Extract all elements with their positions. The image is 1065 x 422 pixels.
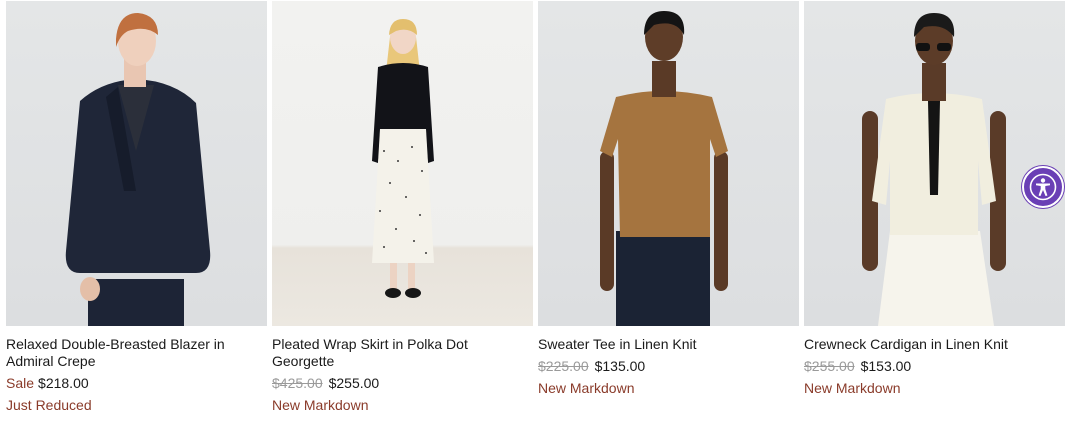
- sale-label: Sale: [6, 375, 35, 391]
- product-card[interactable]: Sweater Tee in Linen Knit $225.00 $135.00…: [538, 1, 799, 414]
- current-price: $255.00: [328, 375, 380, 391]
- promo-badge: New Markdown: [272, 397, 369, 413]
- accessibility-icon: [1029, 173, 1057, 201]
- promo-badge: New Markdown: [804, 380, 901, 396]
- product-image[interactable]: [6, 1, 267, 326]
- original-price: $255.00: [804, 358, 855, 374]
- current-price: $153.00: [860, 358, 912, 374]
- promo-badge: New Markdown: [538, 380, 635, 396]
- original-price: $425.00: [272, 375, 323, 391]
- current-price: $135.00: [594, 358, 646, 374]
- product-card[interactable]: Pleated Wrap Skirt in Polka Dot Georgett…: [272, 1, 533, 414]
- product-image[interactable]: [538, 1, 799, 326]
- product-card[interactable]: Relaxed Double-Breasted Blazer in Admira…: [6, 1, 267, 414]
- product-grid: Relaxed Double-Breasted Blazer in Admira…: [6, 1, 1065, 414]
- accessibility-button[interactable]: [1022, 166, 1064, 208]
- product-image[interactable]: [272, 1, 533, 326]
- original-price: $225.00: [538, 358, 589, 374]
- product-price: Sale $218.00: [6, 375, 267, 392]
- product-price: $425.00 $255.00: [272, 375, 533, 392]
- product-title[interactable]: Pleated Wrap Skirt in Polka Dot Georgett…: [272, 336, 533, 370]
- promo-badge: Just Reduced: [6, 397, 92, 413]
- product-card[interactable]: Crewneck Cardigan in Linen Knit $255.00 $…: [804, 1, 1065, 414]
- product-title[interactable]: Relaxed Double-Breasted Blazer in Admira…: [6, 336, 267, 370]
- current-price: $218.00: [38, 375, 89, 391]
- product-title[interactable]: Sweater Tee in Linen Knit: [538, 336, 799, 353]
- product-price: $255.00 $153.00: [804, 358, 1065, 375]
- product-image[interactable]: [804, 1, 1065, 326]
- product-title[interactable]: Crewneck Cardigan in Linen Knit: [804, 336, 1065, 353]
- product-price: $225.00 $135.00: [538, 358, 799, 375]
